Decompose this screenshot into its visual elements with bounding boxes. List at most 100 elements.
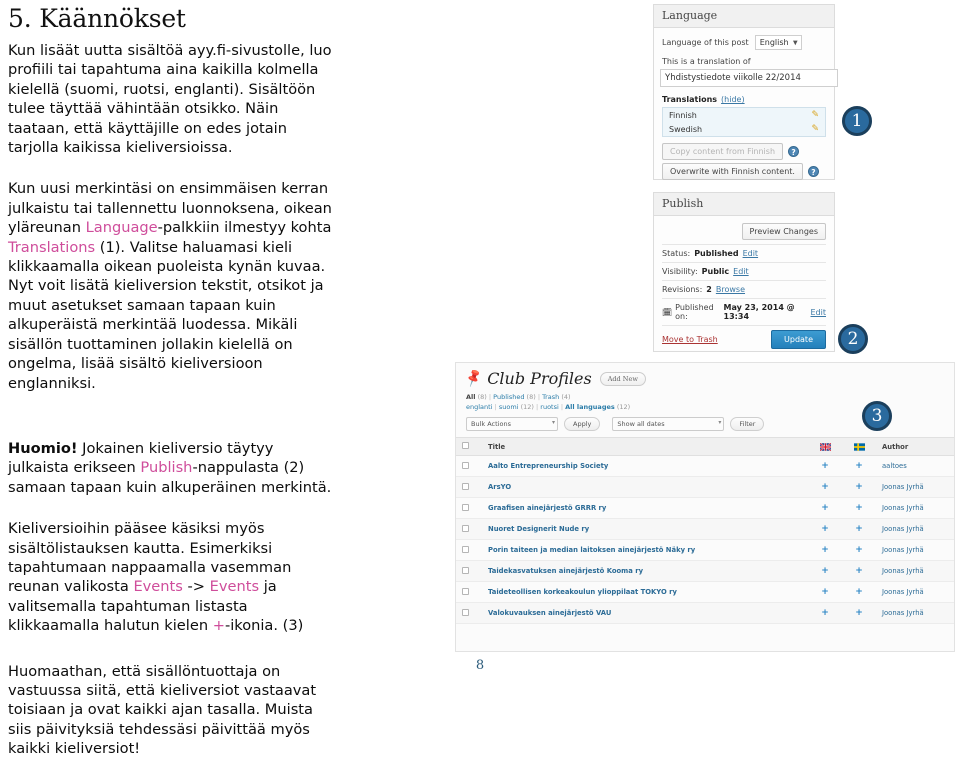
preview-row: Preview Changes [662,223,826,240]
row-author[interactable]: Joonas Jyrhä [876,581,954,603]
filter-link-ruotsi[interactable]: ruotsi [540,403,559,411]
row-checkbox-cell[interactable] [456,518,482,540]
row-checkbox[interactable] [462,566,469,574]
row-checkbox[interactable] [462,503,469,511]
add-translation-sv[interactable]: + [842,497,876,519]
revisions-browse-link[interactable]: Browse [716,285,745,294]
plus-icon: + [821,545,829,555]
add-translation-en[interactable]: + [808,602,842,624]
row-checkbox[interactable] [462,608,469,616]
update-button[interactable]: Update [771,330,826,349]
language-metabox-title: Language [654,5,834,28]
row-checkbox[interactable] [462,524,469,532]
bulk-actions-value: Bulk Actions [471,420,511,428]
row-title[interactable]: Taideteollisen korkeakoulun ylioppilaat … [482,581,808,603]
add-translation-sv[interactable]: + [842,476,876,498]
row-author[interactable]: Joonas Jyrhä [876,476,954,498]
table-row[interactable]: Nuoret Designerit Nude ry + + Joonas Jyr… [456,518,954,540]
row-checkbox[interactable] [462,461,469,469]
add-new-button[interactable]: Add New [599,371,646,386]
preview-changes-button[interactable]: Preview Changes [741,223,826,240]
row-title[interactable]: Nuoret Designerit Nude ry [482,518,808,540]
add-translation-en[interactable]: + [808,560,842,582]
add-translation-en[interactable]: + [808,497,842,519]
add-translation-sv[interactable]: + [842,539,876,561]
move-to-trash-link[interactable]: Move to Trash [662,335,718,344]
filter-link-published[interactable]: Published [493,393,524,401]
row-checkbox[interactable] [462,545,469,553]
row-title[interactable]: Graafisen ainejärjestö GRRR ry [482,497,808,519]
filter-link-all[interactable]: All [466,393,476,401]
divider [662,280,826,281]
add-translation-en[interactable]: + [808,539,842,561]
row-checkbox[interactable] [462,587,469,595]
filter-button[interactable]: Filter [730,417,765,431]
select-all-header[interactable] [456,437,482,456]
filter-link-suomi[interactable]: suomi [499,403,519,411]
row-checkbox-cell[interactable] [456,539,482,561]
row-checkbox[interactable] [462,482,469,490]
add-translation-en[interactable]: + [808,581,842,603]
table-row[interactable]: Graafisen ainejärjestö GRRR ry + + Joona… [456,497,954,519]
filter-link-trash[interactable]: Trash [542,393,559,401]
publish-metabox-title: Publish [654,193,834,216]
row-checkbox-cell[interactable] [456,497,482,519]
row-checkbox-cell[interactable] [456,602,482,624]
visibility-edit-link[interactable]: Edit [733,267,749,276]
table-row[interactable]: ArsYO + + Joonas Jyrhä [456,476,954,498]
help-icon[interactable]: ? [788,146,800,157]
translation-item-swedish[interactable]: Swedish ✎ [663,122,825,136]
published-on-value: May 23, 2014 @ 13:34 [723,303,795,321]
row-author[interactable]: Joonas Jyrhä [876,497,954,519]
filter-count-trash: (4) [561,393,571,401]
select-all-checkbox[interactable] [462,442,469,449]
row-title[interactable]: Taidekasvatuksen ainejärjestö Kooma ry [482,560,808,582]
add-translation-en[interactable]: + [808,455,842,477]
row-author[interactable]: Joonas Jyrhä [876,560,954,582]
add-translation-sv[interactable]: + [842,560,876,582]
table-row[interactable]: Taideteollisen korkeakoulun ylioppilaat … [456,581,954,603]
language-select[interactable]: English ▼ [754,35,802,50]
table-row[interactable]: Valokuvauksen ainejärjestö VAU + + Joona… [456,602,954,624]
bulk-actions-select[interactable]: Bulk Actions ▾ [466,417,558,431]
row-checkbox-cell[interactable] [456,476,482,498]
row-checkbox-cell[interactable] [456,581,482,603]
row-checkbox-cell[interactable] [456,455,482,477]
plus-icon: + [855,503,863,513]
pencil-icon[interactable]: ✎ [811,110,819,120]
copy-content-button[interactable]: Copy content from Finnish [662,143,784,160]
published-on-edit-link[interactable]: Edit [811,308,827,317]
row-checkbox-cell[interactable] [456,560,482,582]
help-icon[interactable]: ? [807,166,819,177]
status-edit-link[interactable]: Edit [743,249,759,258]
translation-item-finnish[interactable]: Finnish ✎ [663,108,825,122]
row-author[interactable]: Joonas Jyrhä [876,602,954,624]
row-author[interactable]: Joonas Jyrhä [876,518,954,540]
column-header-title[interactable]: Title [482,437,808,456]
add-translation-sv[interactable]: + [842,581,876,603]
add-translation-en[interactable]: + [808,518,842,540]
row-title[interactable]: Valokuvauksen ainejärjestö VAU [482,602,808,624]
row-title[interactable]: ArsYO [482,476,808,498]
column-header-author[interactable]: Author [876,437,954,456]
add-translation-sv[interactable]: + [842,455,876,477]
date-filter-select[interactable]: Show all dates ▾ [612,417,725,431]
row-title[interactable]: Porin taiteen ja median laitoksen ainejä… [482,539,808,561]
pencil-icon[interactable]: ✎ [811,124,819,134]
translations-hide-link[interactable]: (hide) [721,95,745,104]
row-author[interactable]: aaltoes [876,455,954,477]
table-row[interactable]: Porin taiteen ja median laitoksen ainejä… [456,539,954,561]
row-author[interactable]: Joonas Jyrhä [876,539,954,561]
table-row[interactable]: Aalto Entrepreneurship Society + + aalto… [456,455,954,477]
add-translation-sv[interactable]: + [842,518,876,540]
filter-link-englanti[interactable]: englanti [466,403,493,411]
plus-icon: + [855,461,863,471]
apply-button[interactable]: Apply [564,417,601,431]
table-row[interactable]: Taidekasvatuksen ainejärjestö Kooma ry +… [456,560,954,582]
add-translation-sv[interactable]: + [842,602,876,624]
translation-of-input[interactable]: Yhdistystiedote viikolle 22/2014 [660,69,838,87]
add-translation-en[interactable]: + [808,476,842,498]
filter-link-all-languages[interactable]: All languages [565,403,615,411]
row-title[interactable]: Aalto Entrepreneurship Society [482,455,808,477]
overwrite-content-button[interactable]: Overwrite with Finnish content. [662,163,803,180]
